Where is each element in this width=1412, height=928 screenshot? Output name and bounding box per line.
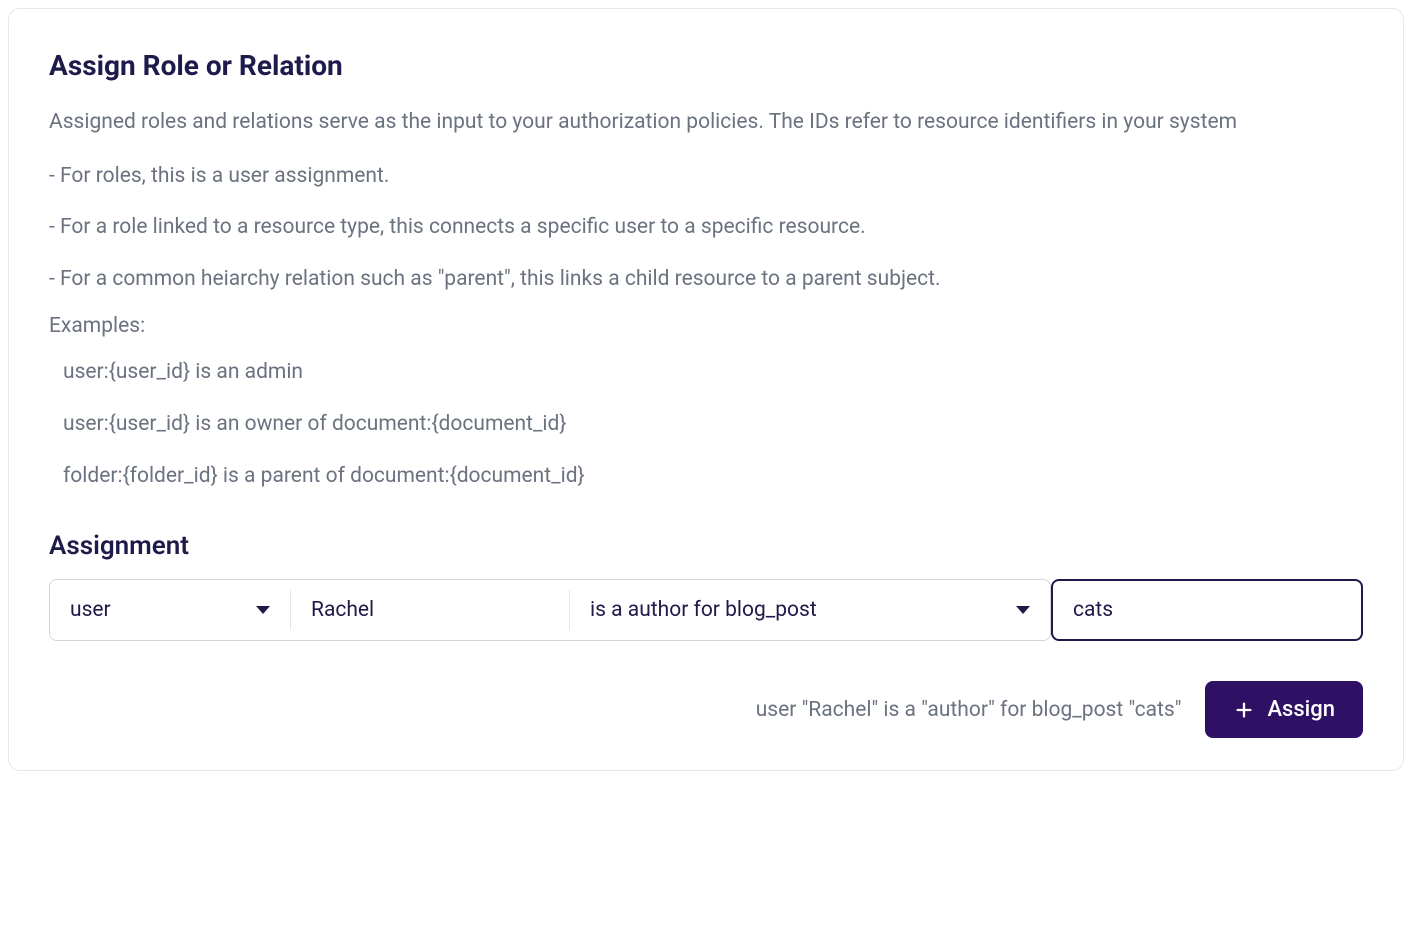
- subject-type-select[interactable]: user: [50, 580, 290, 640]
- chevron-down-icon: [1016, 606, 1030, 614]
- assign-button[interactable]: Assign: [1205, 681, 1363, 738]
- chevron-down-icon: [256, 606, 270, 614]
- assignment-field-group: user is a author for blog_post: [49, 579, 1051, 641]
- assignment-section-title: Assignment: [49, 531, 1363, 561]
- assignment-summary: user "Rachel" is a "author" for blog_pos…: [756, 698, 1182, 722]
- example-admin: user:{user_id} is an admin: [49, 356, 1363, 390]
- subject-type-value: user: [70, 598, 111, 622]
- footer-row: user "Rachel" is a "author" for blog_pos…: [49, 681, 1363, 738]
- relation-value: is a author for blog_post: [590, 598, 817, 622]
- relation-select[interactable]: is a author for blog_post: [570, 580, 1050, 640]
- bullet-hierarchy: - For a common heiarchy relation such as…: [49, 263, 1363, 297]
- card-description: Assigned roles and relations serve as th…: [49, 106, 1363, 140]
- card-title: Assign Role or Relation: [49, 49, 1363, 82]
- assign-role-card: Assign Role or Relation Assigned roles a…: [8, 8, 1404, 771]
- example-owner: user:{user_id} is an owner of document:{…: [49, 408, 1363, 442]
- assign-button-label: Assign: [1267, 697, 1335, 722]
- bullet-roles: - For roles, this is a user assignment.: [49, 160, 1363, 194]
- assignment-row: user is a author for blog_post: [49, 579, 1363, 641]
- examples-label: Examples:: [49, 314, 1363, 338]
- plus-icon: [1233, 699, 1255, 721]
- subject-id-input[interactable]: [291, 580, 569, 640]
- resource-id-input[interactable]: [1051, 579, 1363, 641]
- example-parent: folder:{folder_id} is a parent of docume…: [49, 460, 1363, 494]
- bullet-role-resource: - For a role linked to a resource type, …: [49, 211, 1363, 245]
